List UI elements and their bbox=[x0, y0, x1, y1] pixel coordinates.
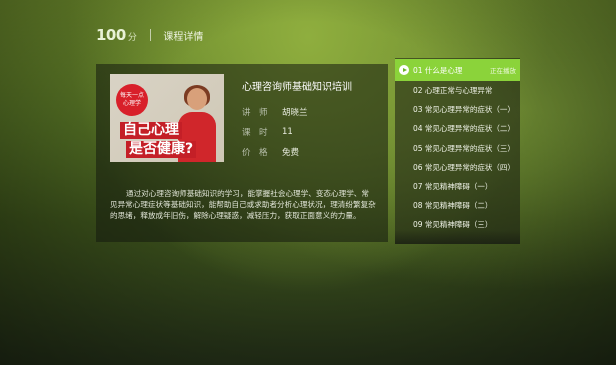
course-detail-card: 每天一点心理学 自己心理 是否健康? 心理咨询师基础知识培训 讲 师 胡晓兰 课… bbox=[96, 64, 388, 242]
course-description: 通过对心理咨询师基础知识的学习，能掌握社会心理学、变态心理学、常见异常心理症状等… bbox=[110, 189, 376, 220]
meta-price: 价 格 免费 bbox=[242, 142, 308, 162]
course-title: 心理咨询师基础知识培训 bbox=[242, 82, 352, 93]
list-fade bbox=[395, 230, 520, 244]
episode-item[interactable]: 06 常见心理异常的症状（四） bbox=[395, 158, 520, 177]
course-meta: 讲 师 胡晓兰 课 时 11 价 格 免费 bbox=[242, 102, 308, 162]
meta-value: 11 bbox=[282, 127, 293, 137]
meta-label: 课 时 bbox=[242, 128, 268, 138]
meta-label: 价 格 bbox=[242, 148, 268, 158]
header: 100 分 课程详情 bbox=[96, 24, 203, 46]
breadcrumb: 课程详情 bbox=[163, 31, 204, 43]
episode-item[interactable]: 07 常见精神障碍（一） bbox=[395, 177, 520, 196]
poster-title-line2: 是否健康? bbox=[126, 141, 197, 158]
episode-item[interactable]: 04 常见心理异常的症状（二） bbox=[395, 119, 520, 138]
app-logo: 100 分 bbox=[96, 26, 137, 44]
episode-item-active[interactable]: 01 什么是心理 正在播放 bbox=[395, 59, 520, 81]
episode-label: 02 心理正常与心理异常 bbox=[413, 86, 493, 96]
play-icon bbox=[399, 65, 409, 75]
course-poster[interactable]: 每天一点心理学 自己心理 是否健康? bbox=[110, 74, 224, 162]
meta-lessons: 课 时 11 bbox=[242, 122, 308, 142]
meta-lecturer: 讲 师 胡晓兰 bbox=[242, 102, 308, 122]
episode-item[interactable]: 05 常见心理异常的症状（三） bbox=[395, 139, 520, 158]
episode-label: 07 常见精神障碍（一） bbox=[413, 182, 493, 192]
now-playing-status: 正在播放 bbox=[490, 67, 516, 75]
episode-item[interactable]: 02 心理正常与心理异常 bbox=[395, 81, 520, 100]
meta-value: 胡晓兰 bbox=[282, 108, 308, 118]
episode-label: 04 常见心理异常的症状（二） bbox=[413, 124, 515, 134]
meta-value: 免费 bbox=[282, 148, 300, 158]
meta-label: 讲 师 bbox=[242, 108, 268, 118]
episode-item[interactable]: 03 常见心理异常的症状（一） bbox=[395, 100, 520, 119]
poster-title-line1: 自己心理 bbox=[120, 122, 182, 139]
episode-label: 06 常见心理异常的症状（四） bbox=[413, 162, 515, 172]
episode-label: 09 常见精神障碍（三） bbox=[413, 220, 493, 230]
header-divider bbox=[150, 29, 152, 41]
episode-item[interactable]: 08 常见精神障碍（二） bbox=[395, 196, 520, 215]
episode-list: 01 什么是心理 正在播放 02 心理正常与心理异常 03 常见心理异常的症状（… bbox=[395, 58, 520, 244]
episode-label: 08 常见精神障碍（二） bbox=[413, 201, 493, 211]
poster-badge: 每天一点心理学 bbox=[116, 84, 148, 116]
episode-label: 01 什么是心理 bbox=[413, 65, 463, 75]
episode-label: 03 常见心理异常的症状（一） bbox=[413, 105, 515, 115]
episode-label: 05 常见心理异常的症状（三） bbox=[413, 143, 515, 153]
